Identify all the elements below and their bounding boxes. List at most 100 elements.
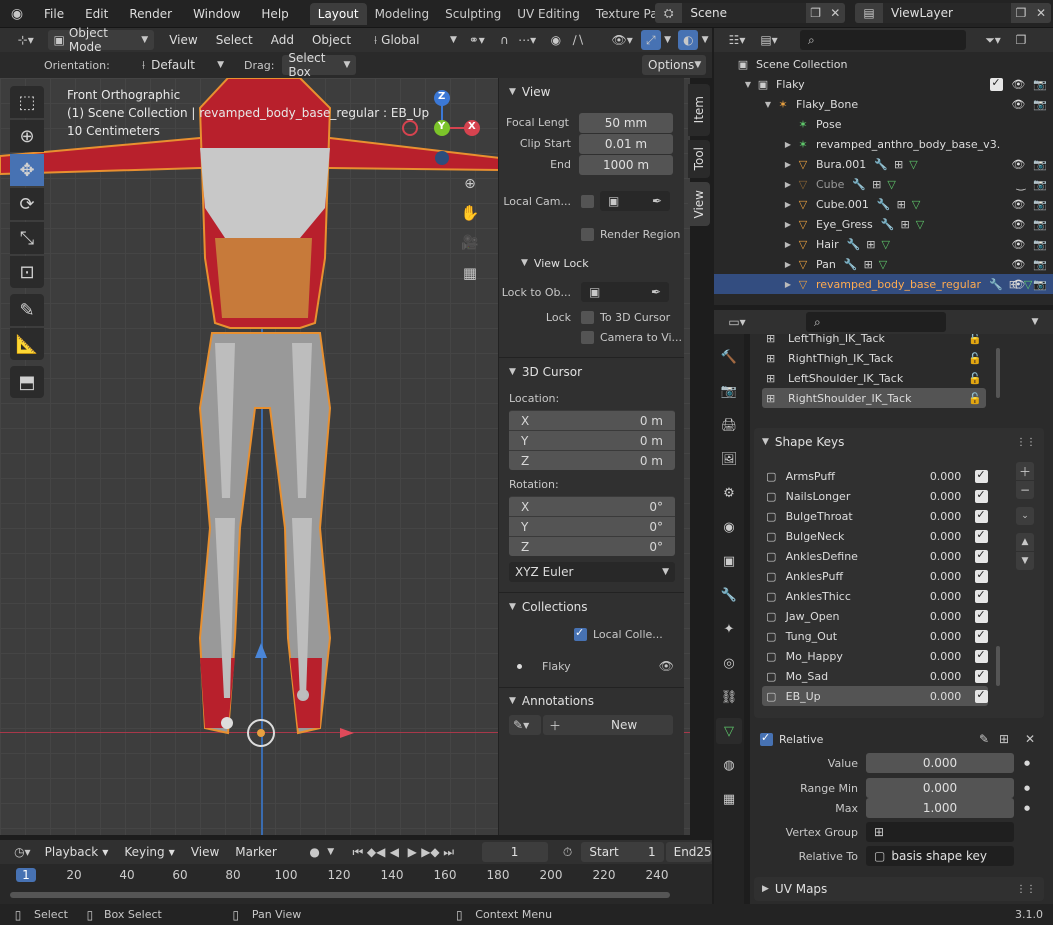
shape-key-item[interactable]: ▢ ArmsPuff 0.000 bbox=[762, 466, 988, 486]
pin-icon[interactable]: ✎ bbox=[974, 732, 994, 746]
chevron-right-icon[interactable]: ▶ bbox=[782, 140, 794, 149]
character-model[interactable] bbox=[0, 78, 500, 835]
render-icon[interactable]: 📷 bbox=[716, 378, 742, 404]
chevron-down-icon[interactable]: ▼ bbox=[762, 100, 774, 109]
camera-icon[interactable]: 📷 bbox=[1033, 98, 1047, 111]
shape-key-item[interactable]: ▢ AnklesDefine 0.000 bbox=[762, 546, 988, 566]
record-icon[interactable]: ● bbox=[305, 845, 325, 859]
vertex-group-item[interactable]: ⊞ LeftShoulder_IK_Tack 🔓 bbox=[762, 368, 986, 388]
menu-help[interactable]: Help bbox=[251, 7, 299, 21]
rot-z-field[interactable]: Z 0° bbox=[509, 536, 675, 556]
sidebar-tab-view[interactable]: View bbox=[688, 182, 710, 226]
measure-tool-icon[interactable]: 📐 bbox=[10, 328, 44, 360]
pivot-icon[interactable]: ⚭▾ bbox=[463, 33, 491, 47]
annotate-tool-icon[interactable]: ✎ bbox=[10, 294, 44, 326]
eyedropper-icon[interactable]: ✒ bbox=[651, 285, 661, 299]
zoom-icon[interactable]: ⊕ bbox=[456, 170, 484, 198]
lock-icon[interactable]: 🔓 bbox=[968, 334, 982, 345]
chevron-down-icon[interactable]: ▼ bbox=[742, 80, 754, 89]
outliner-item[interactable]: ▣ Scene Collection bbox=[714, 54, 1053, 74]
shape-key-value[interactable]: 0.000 bbox=[903, 610, 962, 623]
display-mode-icon[interactable]: ▤▾ bbox=[754, 33, 784, 47]
eye-icon[interactable]: 👁 bbox=[1011, 258, 1025, 271]
snap-icon[interactable]: ∩ bbox=[495, 33, 515, 47]
timeline-scrollbar[interactable] bbox=[10, 892, 670, 898]
editor-type-icon[interactable]: ⊹▾ bbox=[8, 33, 44, 47]
lock-cursor-checkbox[interactable] bbox=[581, 310, 594, 324]
new-scene-icon[interactable]: ❐ bbox=[805, 3, 826, 23]
add-cube-tool-icon[interactable]: ⬒ bbox=[10, 366, 44, 398]
relative-to-field[interactable]: ▢ basis shape key bbox=[866, 846, 1014, 866]
properties-editor-icon[interactable]: ▭▾ bbox=[722, 315, 752, 329]
shape-key-value[interactable]: 0.000 bbox=[903, 550, 962, 563]
menu-render[interactable]: Render bbox=[119, 7, 183, 21]
orientation-dropdown[interactable]: ⟊ Default ▼ bbox=[136, 55, 230, 75]
rotation-mode-dropdown[interactable]: XYZ Euler ▼ bbox=[509, 562, 675, 582]
outliner-search-input[interactable]: ⌕ bbox=[800, 30, 966, 50]
delete-scene-icon[interactable]: ✕ bbox=[825, 3, 845, 23]
eyedropper-icon[interactable]: ✒ bbox=[652, 194, 662, 208]
grid-view-icon[interactable]: ▦ bbox=[456, 258, 484, 288]
shape-key-mute-checkbox[interactable] bbox=[975, 628, 988, 643]
outliner-item[interactable]: ▼▣Flaky👁📷 bbox=[714, 74, 1053, 94]
chevron-right-icon[interactable]: ▶ bbox=[782, 280, 794, 289]
camera-to-view-checkbox[interactable] bbox=[581, 330, 594, 344]
lock-icon[interactable]: 🔓 bbox=[968, 352, 982, 365]
move-tool-icon[interactable]: ✥ bbox=[10, 154, 44, 186]
outliner-item[interactable]: ▶ ✶ revamped_anthro_body_base_v3. bbox=[714, 134, 1053, 154]
view-lock-header[interactable]: ▼ View Lock bbox=[499, 249, 684, 277]
shape-key-value[interactable]: 0.000 bbox=[903, 470, 962, 483]
vertex-group-item[interactable]: ⊞ RightShoulder_IK_Tack 🔓 bbox=[762, 388, 986, 408]
remove-shape-key-icon[interactable]: − bbox=[1016, 481, 1034, 499]
shape-key-item[interactable]: ▢ BulgeThroat 0.000 bbox=[762, 506, 988, 526]
keyframe-dot-icon[interactable]: ● bbox=[1024, 784, 1030, 792]
outliner-item[interactable]: ▶ ▽ Eye_Gress 🔧 ⊞ ▽ 👁 📷 bbox=[714, 214, 1053, 234]
lock-icon[interactable]: 🔓 bbox=[968, 392, 982, 405]
local-camera-field[interactable]: ▣ ✒ bbox=[600, 191, 670, 211]
sidebar-tab-tool[interactable]: Tool bbox=[688, 140, 710, 178]
viewport-menu-object[interactable]: Object bbox=[303, 33, 360, 47]
focal-length-field[interactable]: 50 mm bbox=[579, 112, 673, 133]
keyframe-dot-icon[interactable]: ● bbox=[1024, 804, 1030, 812]
eye-icon[interactable]: 👁 bbox=[1011, 98, 1025, 111]
delete-view-layer-icon[interactable]: ✕ bbox=[1031, 3, 1051, 23]
range-min-field[interactable]: 0.000 bbox=[866, 778, 1014, 798]
viewport-menu-view[interactable]: View bbox=[160, 33, 206, 47]
world-icon[interactable]: ◉ bbox=[716, 514, 742, 540]
shape-key-item[interactable]: ▢ NailsLonger 0.000 bbox=[762, 486, 988, 506]
navigation-gizmo[interactable]: Z Y X bbox=[402, 86, 482, 166]
workspace-tab-layout[interactable]: Layout bbox=[309, 2, 367, 25]
timeline-menu-marker[interactable]: Marker bbox=[227, 845, 284, 859]
play-reverse-icon[interactable]: ◀ bbox=[385, 845, 403, 859]
eye-icon[interactable]: 👁 bbox=[1011, 78, 1025, 91]
timeline-ruler[interactable]: 1 20 40 60 80 100 120 140 160 180 200 220 240 bbox=[0, 864, 712, 904]
render-region-checkbox[interactable] bbox=[581, 227, 594, 241]
stopwatch-icon[interactable]: ⏱ bbox=[558, 845, 578, 860]
shape-key-menu-icon[interactable]: ⌄ bbox=[1016, 507, 1034, 525]
viewport-menu-select[interactable]: Select bbox=[207, 33, 262, 47]
next-key-icon[interactable]: ▶◆ bbox=[421, 845, 439, 859]
chevron-right-icon[interactable]: ▶ bbox=[782, 260, 794, 269]
workspace-tab-sculpting[interactable]: Sculpting bbox=[437, 3, 509, 25]
camera-icon[interactable]: 📷 bbox=[1033, 258, 1047, 271]
outliner-item[interactable]: ▶ ▽ Cube.001 🔧 ⊞ ▽ 👁 📷 bbox=[714, 194, 1053, 214]
scene-selector[interactable]: ⛭ Scene ❐ ✕ bbox=[655, 3, 845, 23]
menu-edit[interactable]: Edit bbox=[75, 7, 119, 21]
overlay-toggle-icon[interactable]: ◐ bbox=[678, 30, 699, 50]
shape-key-scrollbar[interactable] bbox=[996, 646, 1000, 686]
loc-x-field[interactable]: X 0 m bbox=[509, 410, 675, 430]
modifiers-icon[interactable]: 🔧 bbox=[716, 582, 742, 608]
overlay-dropdown-icon[interactable]: ▼ bbox=[698, 35, 712, 45]
outliner-item[interactable]: ▶ ▽ Hair 🔧 ⊞ ▽ 👁 📷 bbox=[714, 234, 1053, 254]
filter-icon[interactable]: ⏷▾ bbox=[978, 33, 1008, 48]
start-frame-field[interactable]: Start 1 bbox=[581, 842, 664, 862]
shape-key-item[interactable]: ▢ Mo_Sad 0.000 bbox=[762, 666, 988, 686]
shape-key-mute-checkbox[interactable] bbox=[975, 608, 988, 623]
mode-dropdown[interactable]: ▣ Object Mode ▼ bbox=[47, 26, 155, 54]
exclude-checkbox[interactable] bbox=[990, 76, 1004, 91]
camera-icon[interactable]: 🎥 bbox=[456, 228, 484, 258]
cursor-panel-header[interactable]: ▼ 3D Cursor bbox=[499, 358, 684, 386]
shape-key-value[interactable]: 0.000 bbox=[903, 490, 962, 503]
eye-closed-icon[interactable]: ‿ bbox=[1016, 178, 1025, 191]
view-layer-selector[interactable]: ▤ ViewLayer ❐ ✕ bbox=[855, 3, 1051, 23]
